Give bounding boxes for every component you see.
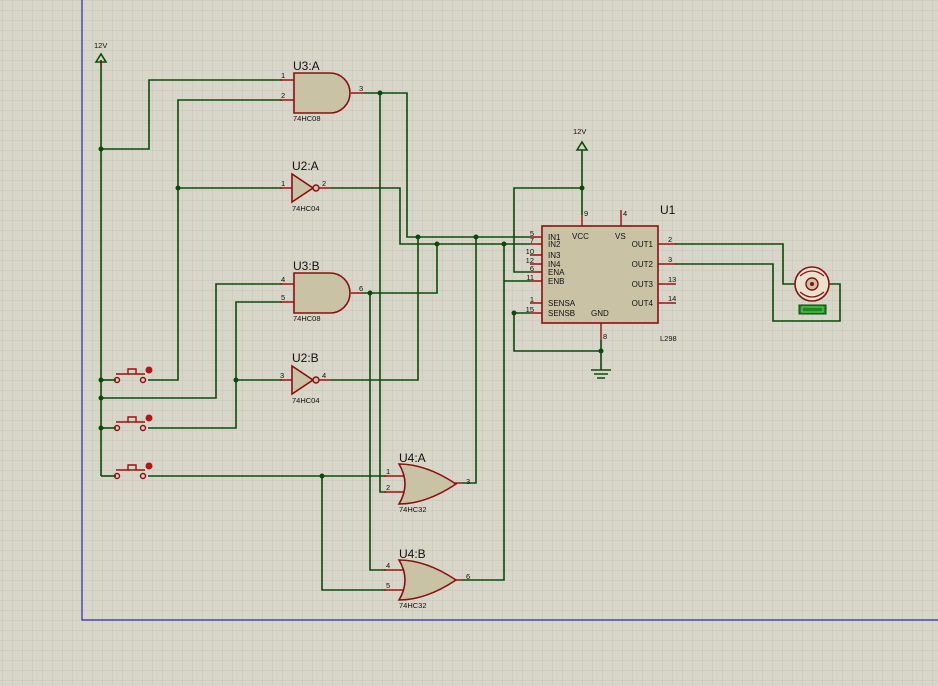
pin-number: 7: [530, 236, 534, 245]
pin-number: 2: [281, 91, 285, 100]
pin-number: 4: [281, 275, 285, 284]
pin-number: 4: [386, 561, 390, 570]
gate-value: 74HC04: [292, 396, 320, 405]
and-gate-icon: [293, 272, 351, 314]
pin-number: 15: [526, 305, 534, 314]
gate-value: 74HC08: [293, 314, 321, 323]
pin-number: 6: [466, 572, 470, 581]
gate-value: 74HC04: [292, 204, 320, 213]
gate-ref: U3:A: [293, 59, 320, 73]
pin-name: GND: [591, 309, 609, 318]
pin-number: 2: [322, 179, 326, 188]
gate-ref: U4:A: [399, 451, 426, 465]
pin-number: 14: [668, 294, 676, 303]
pin-name: IN3: [548, 251, 561, 260]
pin-number: 6: [530, 264, 534, 273]
pin-name: SENSA: [548, 299, 576, 308]
pin-number: 1: [281, 71, 285, 80]
pin-name: VS: [615, 232, 626, 241]
pin-number: 3: [280, 371, 284, 380]
pin-number: 4: [322, 371, 326, 380]
gate-ref: U2:A: [292, 159, 319, 173]
gate-ref: U3:B: [293, 259, 320, 273]
gate-value: 74HC08: [293, 114, 321, 123]
pin-number: 1: [281, 179, 285, 188]
power-label-left: 12V: [94, 41, 107, 50]
pin-number: 3: [359, 84, 363, 93]
pin-name: OUT2: [632, 260, 654, 269]
ic-ref: U1: [660, 203, 676, 217]
button-actuator-icon[interactable]: [145, 462, 153, 470]
gate-ref: U2:B: [292, 351, 319, 365]
gate-value: 74HC32: [399, 505, 427, 514]
pin-name: VCC: [572, 232, 589, 241]
pin-number: 11: [526, 273, 534, 282]
pin-number: 6: [359, 284, 363, 293]
pin-name: ENA: [548, 268, 565, 277]
button-actuator-icon[interactable]: [145, 414, 153, 422]
power-label-driver: 12V: [573, 127, 586, 136]
gate-ref: U4:B: [399, 547, 426, 561]
pin-number: 1: [386, 467, 390, 476]
pin-number: 2: [386, 483, 390, 492]
pin-number: 13: [668, 275, 676, 284]
pin-number: 3: [466, 477, 470, 486]
button-actuator-icon[interactable]: [145, 366, 153, 374]
pin-number: 8: [603, 332, 607, 341]
pin-number: 4: [623, 209, 627, 218]
dc-motor[interactable]: [794, 266, 830, 315]
motor-speed-indicator: [798, 304, 827, 315]
pin-number: 5: [281, 293, 285, 302]
sheet-grid: [0, 0, 938, 686]
ic-value: L298: [660, 334, 677, 343]
pin-number: 10: [526, 247, 534, 256]
and-gate-icon: [293, 72, 351, 114]
pin-number: 3: [668, 255, 672, 264]
pin-name: OUT4: [632, 299, 654, 308]
pin-name: OUT3: [632, 280, 654, 289]
pin-name: SENSB: [548, 309, 575, 318]
pin-number: 1: [530, 295, 534, 304]
gate-value: 74HC32: [399, 601, 427, 610]
pin-number: 2: [668, 235, 672, 244]
pin-number: 9: [584, 209, 588, 218]
schematic-canvas[interactable]: 12V 12V U3:A 74HC08 1 2 3 U2:A 74HC04 1 …: [0, 0, 938, 686]
pin-name: IN2: [548, 240, 561, 249]
pin-number: 5: [386, 581, 390, 590]
pin-name: ENB: [548, 277, 564, 286]
pin-name: OUT1: [632, 240, 654, 249]
